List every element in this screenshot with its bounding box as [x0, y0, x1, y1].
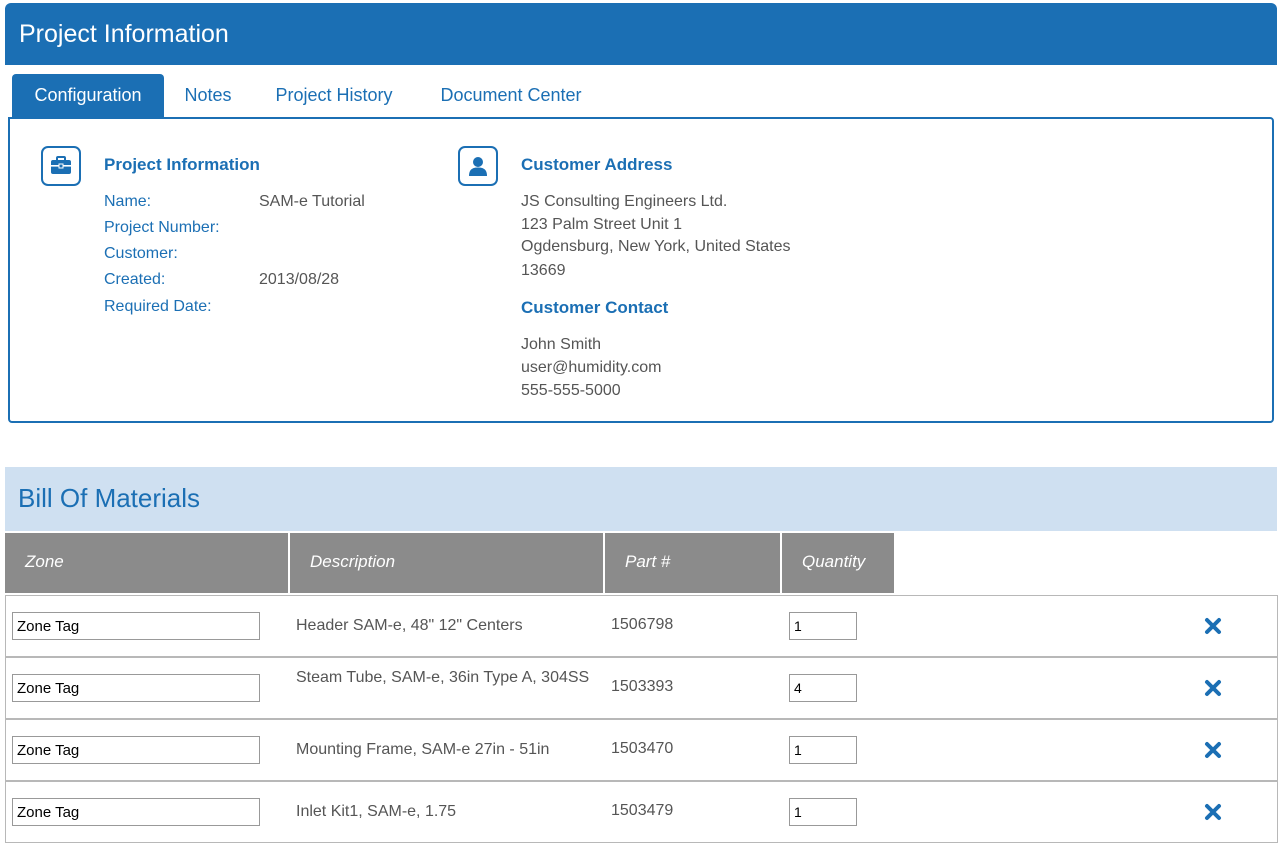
row-part-number: 1503470	[611, 740, 674, 757]
project-number-label: Project Number:	[104, 219, 220, 236]
delete-row-icon[interactable]	[1204, 741, 1222, 759]
tab-notes[interactable]: Notes	[170, 74, 246, 118]
column-header-part: Part #	[605, 533, 780, 593]
required-date-label: Required Date:	[104, 298, 212, 315]
person-icon	[458, 146, 498, 186]
customer-address-title: Customer Address	[521, 155, 673, 174]
briefcase-icon	[41, 146, 81, 186]
address-line: Ogdensburg, New York, United States	[521, 238, 791, 255]
tab-project-history[interactable]: Project History	[264, 74, 404, 118]
bom-header: Bill Of Materials	[5, 467, 1277, 531]
table-row: Inlet Kit1, SAM-e, 1.75 1503479	[5, 781, 1278, 843]
row-part-number: 1503393	[611, 678, 674, 695]
column-header-description: Description	[290, 533, 603, 593]
table-row: Steam Tube, SAM-e, 36in Type A, 304SS 15…	[5, 657, 1278, 719]
zone-input[interactable]	[12, 736, 260, 764]
tab-document-center[interactable]: Document Center	[426, 74, 596, 118]
zone-input[interactable]	[12, 798, 260, 826]
row-description: Mounting Frame, SAM-e 27in - 51in	[296, 741, 550, 758]
column-header-quantity: Quantity	[782, 533, 894, 593]
delete-row-icon[interactable]	[1204, 803, 1222, 821]
column-header-zone: Zone	[5, 533, 288, 593]
created-value: 2013/08/28	[259, 271, 340, 288]
quantity-input[interactable]	[789, 612, 857, 640]
row-part-number: 1506798	[611, 616, 674, 633]
quantity-input[interactable]	[789, 798, 857, 826]
bom-title: Bill Of Materials	[18, 483, 201, 513]
address-line: 123 Palm Street Unit 1	[521, 216, 682, 233]
page-title: Project Information	[19, 20, 229, 48]
customer-contact-title: Customer Contact	[521, 298, 669, 317]
row-description: Inlet Kit1, SAM-e, 1.75	[296, 803, 457, 820]
contact-phone: 555-555-5000	[521, 382, 621, 399]
address-line: JS Consulting Engineers Ltd.	[521, 193, 728, 210]
row-description: Steam Tube, SAM-e, 36in Type A, 304SS	[296, 669, 590, 686]
row-part-number: 1503479	[611, 802, 674, 819]
row-description: Header SAM-e, 48" 12" Centers	[296, 617, 523, 634]
delete-row-icon[interactable]	[1204, 617, 1222, 635]
configuration-panel: Project Information Name: SAM-e Tutorial…	[8, 117, 1274, 423]
table-row: Header SAM-e, 48" 12" Centers 1506798	[5, 595, 1278, 657]
name-label: Name:	[104, 193, 152, 210]
name-value: SAM-e Tutorial	[259, 193, 365, 210]
delete-row-icon[interactable]	[1204, 679, 1222, 697]
address-line: 13669	[521, 262, 566, 279]
zone-input[interactable]	[12, 612, 260, 640]
customer-label: Customer:	[104, 245, 178, 262]
tab-configuration[interactable]: Configuration	[12, 74, 164, 118]
quantity-input[interactable]	[789, 674, 857, 702]
zone-input[interactable]	[12, 674, 260, 702]
table-row: Mounting Frame, SAM-e 27in - 51in 150347…	[5, 719, 1278, 781]
page-header: Project Information	[5, 3, 1277, 65]
created-label: Created:	[104, 271, 166, 288]
quantity-input[interactable]	[789, 736, 857, 764]
project-info-title: Project Information	[104, 155, 260, 174]
contact-email: user@humidity.com	[521, 359, 662, 376]
contact-name: John Smith	[521, 336, 602, 353]
